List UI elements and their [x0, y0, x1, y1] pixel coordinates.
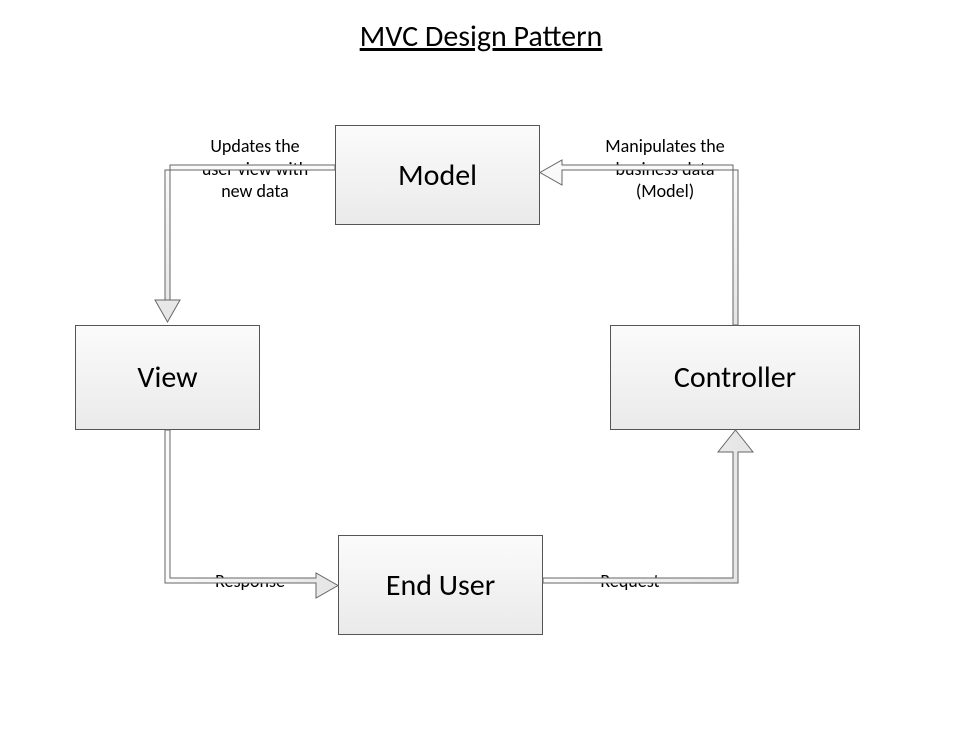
manipulates-label: Manipulates thebusiness data(Model) — [575, 135, 755, 203]
model-box: Model — [335, 125, 540, 225]
view-box: View — [75, 325, 260, 430]
response-label: Response — [190, 570, 310, 593]
request-label: Request — [570, 570, 690, 593]
view-label: View — [137, 359, 197, 396]
enduser-label: End User — [386, 567, 495, 604]
controller-box: Controller — [610, 325, 860, 430]
model-label: Model — [398, 157, 477, 194]
diagram-title: MVC Design Pattern — [0, 18, 962, 55]
arrow-enduser-to-controller — [543, 430, 753, 583]
updates-label: Updates theuser view withnew data — [175, 135, 335, 203]
controller-label: Controller — [674, 359, 796, 396]
enduser-box: End User — [338, 535, 543, 635]
